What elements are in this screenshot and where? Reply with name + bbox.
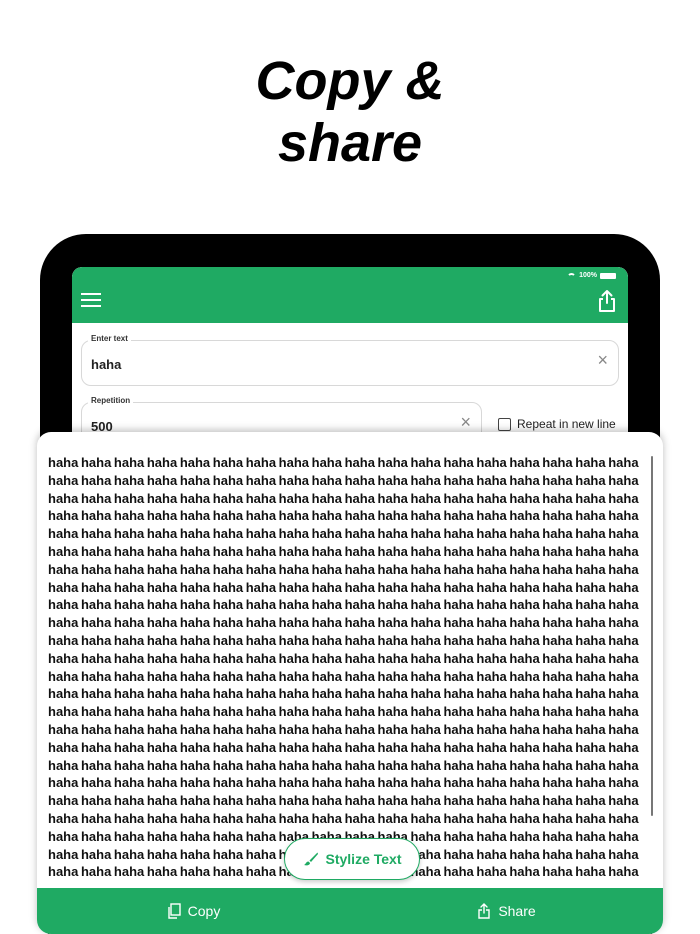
share-label: Share <box>498 903 536 919</box>
stylize-text-label: Stylize Text <box>325 851 402 867</box>
close-icon[interactable]: × <box>597 351 608 369</box>
repeated-text-output[interactable]: haha haha haha haha haha haha haha haha … <box>48 454 654 889</box>
result-panel: haha haha haha haha haha haha haha haha … <box>37 432 663 934</box>
brush-icon <box>303 852 318 866</box>
copy-icon <box>167 903 181 919</box>
repeat-new-line-checkbox[interactable] <box>498 417 511 431</box>
bottom-action-bar: Copy Share <box>37 888 663 934</box>
close-icon[interactable]: × <box>460 413 471 431</box>
scrollbar[interactable] <box>651 456 653 816</box>
battery-icon <box>600 272 616 279</box>
repeat-new-line-option[interactable]: Repeat in new line <box>498 417 616 431</box>
repetition-label: Repetition <box>88 396 134 405</box>
share-button[interactable]: Share <box>350 888 663 934</box>
repeat-new-line-label: Repeat in new line <box>517 417 616 431</box>
stylize-text-button[interactable]: Stylize Text <box>284 838 420 880</box>
share-icon <box>478 903 491 919</box>
menu-icon[interactable] <box>81 293 101 307</box>
battery-percent: 100% <box>579 272 597 279</box>
headline: Copy & share <box>0 50 700 174</box>
headline-line-2: share <box>277 113 423 173</box>
share-icon[interactable] <box>596 289 618 313</box>
copy-label: Copy <box>187 903 221 919</box>
enter-text-value: haha <box>91 357 122 372</box>
wifi-icon <box>567 272 577 279</box>
status-bar: 100% <box>567 272 616 279</box>
app-bar: 100% <box>72 267 628 323</box>
enter-text-label: Enter text <box>88 334 131 343</box>
enter-text-field[interactable]: Enter text haha × <box>81 334 619 386</box>
headline-line-1: Copy & <box>255 51 445 111</box>
copy-button[interactable]: Copy <box>37 888 350 934</box>
